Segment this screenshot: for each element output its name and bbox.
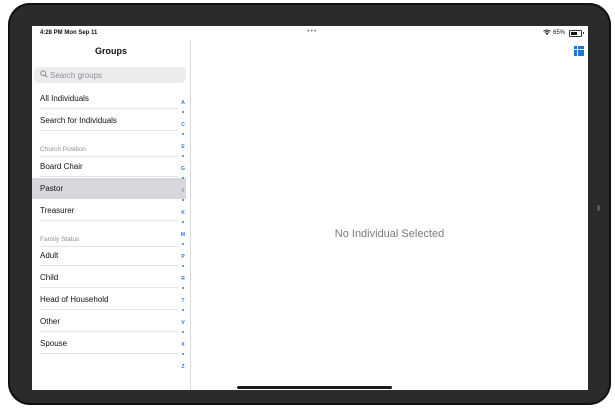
battery-percent: 65% <box>552 30 565 36</box>
list-item-pastor[interactable]: Pastor <box>32 178 186 199</box>
index-letter-v[interactable]: V <box>178 320 188 326</box>
side-button <box>597 205 600 211</box>
wifi-icon <box>543 29 551 37</box>
detail-pane: No Individual Selected <box>191 40 588 390</box>
screen: 4:28 PM Mon Sep 11 ••• 65% Groups All In… <box>32 26 588 390</box>
battery-icon <box>569 29 584 37</box>
index-letter-t[interactable]: T <box>178 298 188 304</box>
index-letter-g[interactable]: G <box>178 166 188 172</box>
list-item-adult[interactable]: Adult <box>32 245 178 266</box>
index-dot[interactable] <box>182 309 184 311</box>
section-header-family-status: Family Status <box>40 236 178 247</box>
index-letter-p[interactable]: P <box>178 254 188 260</box>
index-letter-m[interactable]: M <box>178 232 188 238</box>
index-dot[interactable] <box>182 243 184 245</box>
index-dot[interactable] <box>182 221 184 223</box>
list-item-child[interactable]: Child <box>32 267 178 288</box>
section-index-bar[interactable]: A C E G I K M P R T V X Z <box>178 98 188 378</box>
index-letter-k[interactable]: K <box>178 210 188 216</box>
search-field[interactable] <box>34 67 186 83</box>
index-dot[interactable] <box>182 331 184 333</box>
index-letter-e[interactable]: E <box>178 144 188 150</box>
empty-state-label: No Individual Selected <box>334 228 445 240</box>
list-item-all-individuals[interactable]: All Individuals <box>32 88 178 109</box>
list-item-other[interactable]: Other <box>32 311 178 332</box>
index-dot[interactable] <box>182 199 184 201</box>
index-letter-a[interactable]: A <box>178 100 188 106</box>
list-item-board-chair[interactable]: Board Chair <box>32 156 178 177</box>
index-dot[interactable] <box>182 111 184 113</box>
search-icon <box>40 70 48 80</box>
index-dot[interactable] <box>182 177 184 179</box>
index-letter-c[interactable]: C <box>178 122 188 128</box>
index-letter-z[interactable]: Z <box>178 364 188 370</box>
status-bar: 4:28 PM Mon Sep 11 ••• 65% <box>32 26 588 40</box>
list-item-spouse[interactable]: Spouse <box>32 333 178 354</box>
list-item-search-individuals[interactable]: Search for Individuals <box>32 110 178 131</box>
groups-sidebar: Groups All Individuals Search for Indivi… <box>32 40 191 390</box>
status-right: 65% <box>543 29 584 37</box>
sidebar-title: Groups <box>94 46 127 56</box>
index-dot[interactable] <box>182 133 184 135</box>
status-time: 4:28 PM Mon Sep 11 <box>40 30 98 36</box>
index-letter-i[interactable]: I <box>178 188 188 194</box>
index-dot[interactable] <box>182 155 184 157</box>
home-indicator <box>237 386 392 389</box>
section-header-church-position: Church Position <box>40 146 178 157</box>
index-letter-x[interactable]: X <box>178 342 188 348</box>
index-letter-r[interactable]: R <box>178 276 188 282</box>
list-item-treasurer[interactable]: Treasurer <box>32 200 178 221</box>
search-input[interactable] <box>50 70 170 80</box>
apps-grid-icon[interactable] <box>574 46 584 56</box>
list-item-head-of-household[interactable]: Head of Household <box>32 289 178 310</box>
multitasking-dots[interactable]: ••• <box>307 28 317 35</box>
index-dot[interactable] <box>182 353 184 355</box>
index-dot[interactable] <box>182 265 184 267</box>
index-dot[interactable] <box>182 287 184 289</box>
